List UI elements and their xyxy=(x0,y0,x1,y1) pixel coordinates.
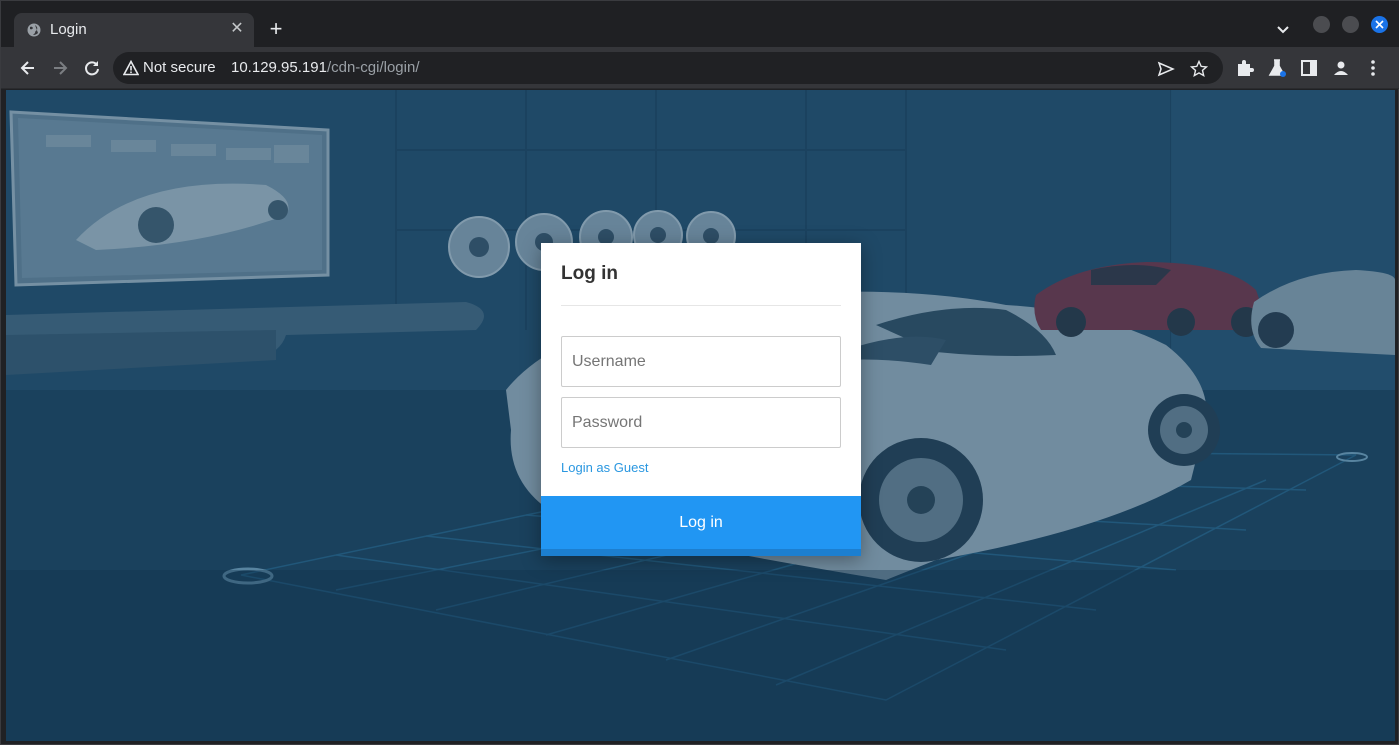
kebab-menu-icon[interactable] xyxy=(1363,58,1383,78)
forward-arrow-icon[interactable] xyxy=(49,57,71,79)
maximize-button[interactable] xyxy=(1342,16,1359,33)
security-label[interactable]: Not secure xyxy=(143,59,216,76)
browser-window: Login ✕ + Not secure 10.129.95.191/cdn-c… xyxy=(0,0,1399,745)
profile-icon[interactable] xyxy=(1331,58,1351,78)
url-path: /cdn-cgi/login/ xyxy=(326,59,420,76)
login-button[interactable]: Log in xyxy=(541,496,861,556)
password-input[interactable] xyxy=(561,397,841,448)
puzzle-icon[interactable] xyxy=(1235,58,1255,78)
chevron-down-icon[interactable] xyxy=(1273,20,1293,40)
username-input[interactable] xyxy=(561,336,841,387)
labs-flask-icon[interactable] xyxy=(1267,58,1287,78)
send-icon[interactable] xyxy=(1157,60,1175,78)
back-arrow-icon[interactable] xyxy=(17,57,39,79)
page-viewport: Log in Login as Guest Log in xyxy=(6,90,1395,741)
close-icon[interactable]: ✕ xyxy=(228,20,246,38)
login-title: Log in xyxy=(561,263,618,284)
tab-title: Login xyxy=(50,21,87,38)
address-bar[interactable]: Not secure 10.129.95.191/cdn-cgi/login/ xyxy=(113,52,1223,84)
plus-icon[interactable]: + xyxy=(265,18,287,40)
minimize-button[interactable] xyxy=(1313,16,1330,33)
side-panel-icon[interactable] xyxy=(1299,58,1319,78)
login-card: Log in Login as Guest Log in xyxy=(541,243,861,556)
window-close-button[interactable] xyxy=(1371,16,1388,33)
browser-toolbar: Not secure 10.129.95.191/cdn-cgi/login/ xyxy=(1,47,1399,89)
tab-strip: Login ✕ + xyxy=(1,1,1399,47)
url-host: 10.129.95.191 xyxy=(231,59,327,76)
reload-icon[interactable] xyxy=(81,57,103,79)
tab-login[interactable]: Login ✕ xyxy=(14,13,254,47)
warning-icon[interactable] xyxy=(122,59,140,76)
url-text[interactable]: 10.129.95.191/cdn-cgi/login/ xyxy=(231,59,420,76)
globe-icon xyxy=(27,23,41,37)
star-icon[interactable] xyxy=(1189,59,1209,78)
divider xyxy=(561,305,841,306)
login-as-guest-link[interactable]: Login as Guest xyxy=(561,460,648,475)
